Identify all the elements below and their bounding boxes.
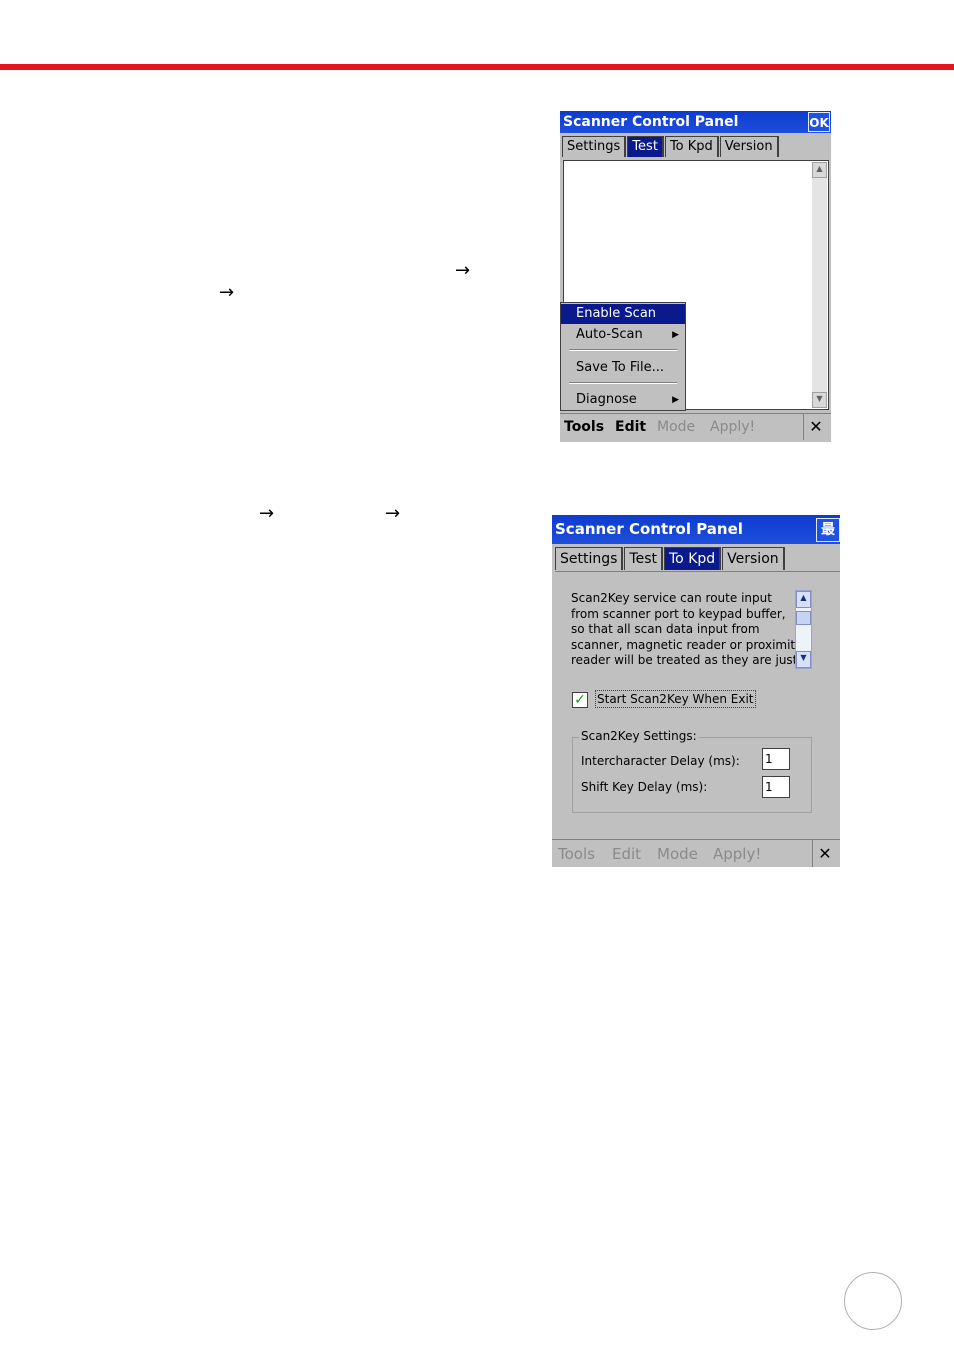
menu-mode: Mode [657, 845, 698, 863]
close-icon[interactable]: ✕ [812, 840, 837, 867]
menu-tools[interactable]: Tools [564, 414, 604, 440]
shift-key-delay-label: Shift Key Delay (ms): [581, 780, 708, 794]
page-number-circle [844, 1272, 902, 1330]
menu-item-label: Diagnose [576, 392, 637, 407]
settings-group-label: Scan2Key Settings: [579, 728, 699, 744]
arrow-right-icon: → [455, 260, 471, 281]
shift-key-delay-input[interactable]: 1 [762, 776, 790, 798]
checkmark-icon: ✓ [574, 692, 586, 708]
scanner-control-panel-window-to-kpd: Scanner Control Panel 最 Settings Test To… [552, 515, 840, 867]
ok-button[interactable]: OK [808, 112, 830, 132]
tab-settings[interactable]: Settings [555, 547, 624, 570]
menu-item-enable-scan[interactable]: Enable Scan [561, 304, 685, 324]
submenu-arrow-icon: ▶ [672, 395, 679, 405]
tab-to-kpd[interactable]: To Kpd [664, 547, 722, 570]
header-rule [0, 64, 954, 70]
menu-item-label: Auto-Scan [576, 327, 643, 342]
window-title-bar: Scanner Control Panel 最 [552, 515, 840, 544]
menu-bar: Tools Edit Mode Apply! ✕ [552, 839, 840, 867]
tab-strip: Settings Test To Kpd Version [555, 547, 786, 571]
menu-item-save-to-file[interactable]: Save To File... [561, 358, 685, 378]
menu-apply: Apply! [710, 419, 756, 435]
arrow-right-icon: → [385, 503, 401, 524]
window-title-bar: Scanner Control Panel OK [560, 111, 831, 133]
intercharacter-delay-label: Intercharacter Delay (ms): [581, 754, 740, 768]
maximize-button[interactable]: 最 [816, 518, 840, 542]
submenu-arrow-icon: ▶ [672, 330, 679, 340]
start-scan2key-checkbox[interactable]: ✓ [572, 692, 588, 708]
vertical-scrollbar[interactable]: ▲ ▼ [812, 162, 827, 408]
menu-tools: Tools [558, 845, 595, 863]
menu-item-label: Enable Scan [576, 306, 657, 321]
menu-edit: Edit [612, 845, 642, 863]
start-scan2key-label[interactable]: Start Scan2Key When Exit [595, 690, 756, 708]
menu-item-diagnose[interactable]: Diagnose ▶ [561, 390, 685, 410]
tab-test[interactable]: Test [627, 136, 664, 157]
tab-strip: Settings Test To Kpd Version [562, 136, 780, 158]
menu-item-label: Save To File... [576, 360, 665, 375]
tab-divider [555, 571, 840, 572]
close-icon[interactable]: ✕ [803, 414, 828, 440]
tab-version[interactable]: Version [719, 136, 779, 157]
window-title: Scanner Control Panel [563, 114, 739, 130]
scan2key-description: Scan2Key service can route input from sc… [571, 591, 803, 668]
scroll-down-icon[interactable]: ▼ [812, 392, 827, 408]
intercharacter-delay-input[interactable]: 1 [762, 748, 790, 770]
scanner-control-panel-window-test: Scanner Control Panel OK Settings Test T… [560, 111, 831, 442]
menu-bar: Tools Edit Mode Apply! ✕ [560, 413, 831, 440]
scroll-thumb[interactable] [796, 611, 811, 625]
scroll-down-icon[interactable]: ▼ [796, 651, 811, 668]
scroll-up-icon[interactable]: ▲ [812, 162, 827, 178]
tools-popup-menu: Enable Scan Auto-Scan ▶ Save To File... … [560, 302, 686, 411]
menu-mode: Mode [657, 419, 696, 435]
tab-to-kpd[interactable]: To Kpd [664, 136, 719, 157]
arrow-right-icon: → [219, 282, 235, 303]
menu-item-auto-scan[interactable]: Auto-Scan ▶ [561, 325, 685, 345]
arrow-right-icon: → [259, 503, 275, 524]
menu-apply: Apply! [713, 845, 762, 863]
tab-settings[interactable]: Settings [562, 136, 627, 157]
window-title: Scanner Control Panel [555, 520, 743, 538]
tab-version[interactable]: Version [722, 547, 785, 570]
menu-separator [569, 382, 677, 384]
tab-test[interactable]: Test [624, 547, 663, 570]
menu-edit[interactable]: Edit [615, 414, 646, 440]
scroll-up-icon[interactable]: ▲ [796, 591, 811, 608]
description-scrollbar[interactable]: ▲ ▼ [795, 590, 812, 669]
menu-separator [569, 349, 677, 351]
